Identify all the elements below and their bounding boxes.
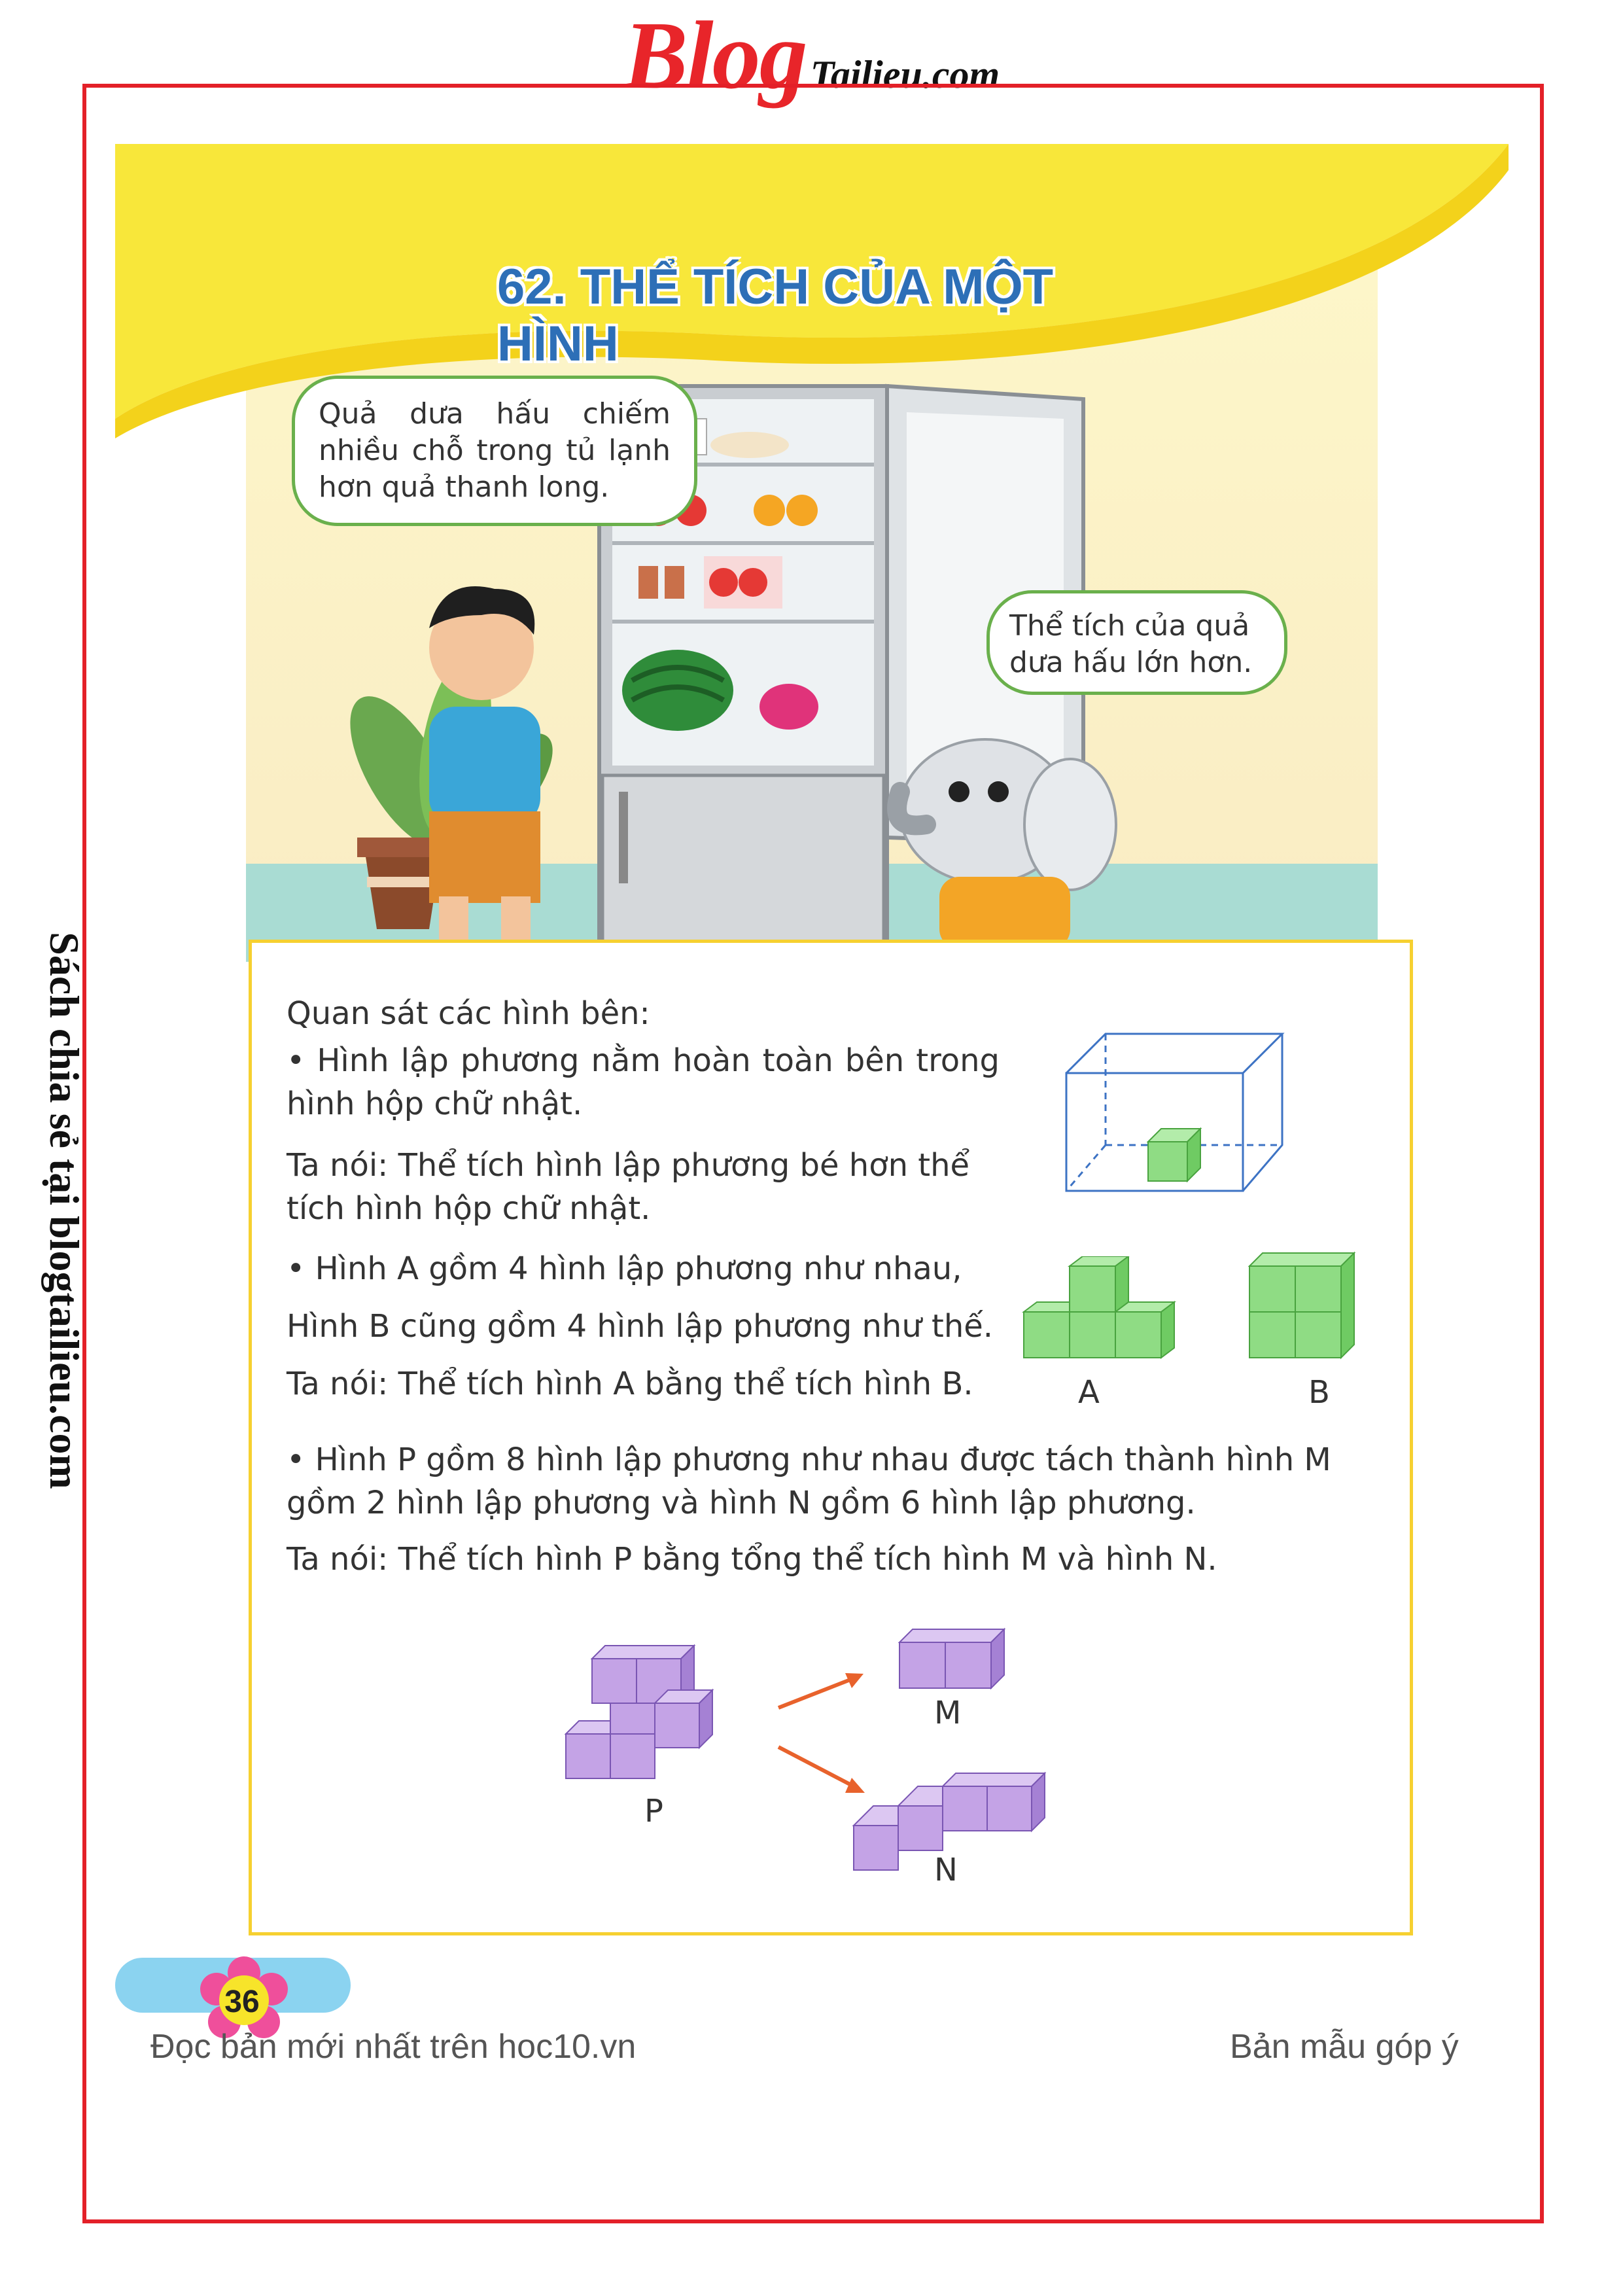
- boy-illustration: [429, 586, 540, 945]
- shape-a-figure: [1022, 1256, 1176, 1359]
- label-n: N: [934, 1852, 958, 1888]
- site-logo: Blog Tailieu.com: [0, 0, 1623, 109]
- shape-pmn-conclusion: Ta nói: Thể tích hình P bằng tổng thể tí…: [287, 1541, 1217, 1578]
- shape-m-figure: [898, 1627, 1006, 1690]
- shape-b-figure: [1248, 1251, 1356, 1360]
- lesson-title: 62. THỂ TÍCH CỦA MỘT HÌNH: [497, 259, 1054, 372]
- footer-source-text: Đọc bản mới nhất trên hoc10.vn: [150, 2028, 637, 2066]
- label-b: B: [1308, 1374, 1330, 1411]
- shape-pmn-text: • Hình P gồm 8 hình lập phương như nhau …: [287, 1441, 1331, 1521]
- label-m: M: [934, 1695, 962, 1731]
- shape-ab-conclusion: Ta nói: Thể tích hình A bằng thể tích hì…: [287, 1366, 973, 1402]
- small-green-cube: [1146, 1127, 1202, 1183]
- intro-text: Quan sát các hình bên:: [287, 995, 650, 1032]
- shape-p-figure: [564, 1644, 714, 1779]
- shape-b-text: Hình B cũng gồm 4 hình lập phương như th…: [287, 1308, 994, 1345]
- side-watermark-text: Sách chia sẻ tại blogtailieu.com: [41, 932, 88, 1489]
- elephant-speech-bubble: Thể tích của quả dưa hấu lớn hơn.: [986, 590, 1287, 695]
- label-p: P: [644, 1793, 663, 1829]
- cube-in-box-figure: [1065, 1033, 1285, 1192]
- fridge-scene-illustration: [115, 144, 1509, 962]
- shape-a-text: • Hình A gồm 4 hình lập phương như nhau,: [287, 1250, 962, 1287]
- cube-in-box-conclusion: Ta nói: Thể tích hình lập phương bé hơn …: [287, 1147, 970, 1227]
- boy-speech-bubble: Quả dưa hấu chiếm nhiều chỗ trong tủ lạn…: [292, 376, 697, 526]
- label-a: A: [1078, 1374, 1100, 1411]
- page-number: 36: [224, 1985, 260, 2019]
- cube-in-box-text: • Hình lập phương nằm hoàn toàn bên tron…: [287, 1042, 1000, 1122]
- footer-draft-text: Bản mẫu góp ý: [1230, 2028, 1459, 2066]
